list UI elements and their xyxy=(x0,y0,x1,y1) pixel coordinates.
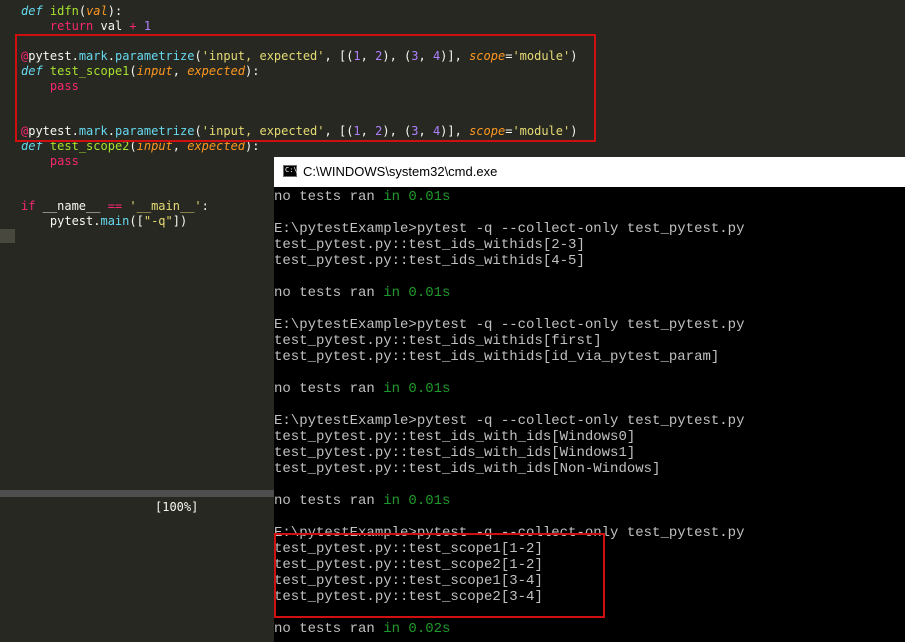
token: E:\pytestExample>pytest -q --collect-onl… xyxy=(274,317,745,333)
token: in 0.01s xyxy=(383,381,451,397)
token: main xyxy=(100,214,130,228)
console-line: test_pytest.py::test_ids_withids[2-3] xyxy=(274,237,905,253)
console-line: test_pytest.py::test_ids_with_ids[Window… xyxy=(274,429,905,445)
console-line: no tests ran in 0.01s xyxy=(274,493,905,509)
token: == xyxy=(107,199,123,213)
highlight-box-decorators xyxy=(15,34,596,142)
console-line: test_pytest.py::test_ids_withids[id_via_… xyxy=(274,349,905,365)
token: return xyxy=(49,19,94,33)
token: 1 xyxy=(143,19,152,33)
token: no tests ran xyxy=(274,285,384,301)
token: test_pytest.py::test_ids_withids[id_via_… xyxy=(274,349,720,365)
console-line: no tests ran in 0.01s xyxy=(274,285,905,301)
token: if xyxy=(21,199,36,213)
token: in 0.01s xyxy=(383,285,451,301)
cmd-icon-glyph: C:\ xyxy=(285,166,298,174)
token: pytest. xyxy=(21,214,101,228)
token: ([ xyxy=(129,214,144,228)
token: idfn xyxy=(49,4,79,18)
console-line: test_pytest.py::test_ids_with_ids[Non-Wi… xyxy=(274,461,905,477)
console-line: test_pytest.py::test_ids_withids[4-5] xyxy=(274,253,905,269)
cmd-window[interactable]: C:\ C:\WINDOWS\system32\cmd.exe no tests… xyxy=(274,157,905,642)
console-line: test_pytest.py::test_ids_with_ids[Window… xyxy=(274,445,905,461)
console-line: no tests ran in 0.01s xyxy=(274,381,905,397)
token: no tests ran xyxy=(274,493,384,509)
cmd-title: C:\WINDOWS\system32\cmd.exe xyxy=(303,164,498,179)
output-panel xyxy=(0,497,274,642)
token: test_pytest.py::test_ids_with_ids[Window… xyxy=(274,429,636,445)
token: in 0.01s xyxy=(383,493,451,509)
token: val xyxy=(86,4,108,18)
token: test_pytest.py::test_ids_withids[first] xyxy=(274,333,602,349)
token: ( xyxy=(78,4,87,18)
token: '__main__' xyxy=(129,199,202,213)
token: E:\pytestExample>pytest -q --collect-onl… xyxy=(274,221,745,237)
console-line: E:\pytestExample>pytest -q --collect-onl… xyxy=(274,413,905,429)
token: ]) xyxy=(172,214,188,228)
token: pass xyxy=(49,154,79,168)
token: test_pytest.py::test_ids_withids[2-3] xyxy=(274,237,585,253)
token: test_pytest.py::test_ids_withids[4-5] xyxy=(274,253,585,269)
code-line: return val + 1 xyxy=(21,19,577,34)
cmd-icon: C:\ xyxy=(283,165,298,177)
token: in 0.02s xyxy=(383,621,451,637)
console-line: no tests ran in 0.02s xyxy=(274,621,905,637)
token: in 0.01s xyxy=(383,189,451,205)
token: test_pytest.py::test_ids_with_ids[Non-Wi… xyxy=(274,461,661,477)
token: no tests ran xyxy=(274,189,384,205)
console-line: test_pytest.py::test_ids_withids[first] xyxy=(274,333,905,349)
test-progress-text: [100%] xyxy=(155,500,199,514)
token: "-q" xyxy=(143,214,173,228)
highlight-box-scope-output xyxy=(274,533,605,618)
code-line: def idfn(val): xyxy=(21,4,577,19)
console-line: E:\pytestExample>pytest -q --collect-onl… xyxy=(274,221,905,237)
editor-cursor-line xyxy=(0,229,15,243)
token: test_pytest.py::test_ids_with_ids[Window… xyxy=(274,445,636,461)
panel-divider[interactable] xyxy=(0,490,274,497)
token: no tests ran xyxy=(274,621,384,637)
token: + xyxy=(129,19,137,33)
cmd-title-bar[interactable]: C:\ C:\WINDOWS\system32\cmd.exe xyxy=(274,157,905,187)
console-line: E:\pytestExample>pytest -q --collect-onl… xyxy=(274,317,905,333)
console-line: no tests ran in 0.01s xyxy=(274,189,905,205)
token: : xyxy=(201,199,209,213)
token: val xyxy=(93,19,130,33)
token: no tests ran xyxy=(274,381,384,397)
token: __name__ xyxy=(35,199,108,213)
token: ): xyxy=(107,4,123,18)
token: def xyxy=(21,4,43,18)
token: E:\pytestExample>pytest -q --collect-onl… xyxy=(274,413,745,429)
